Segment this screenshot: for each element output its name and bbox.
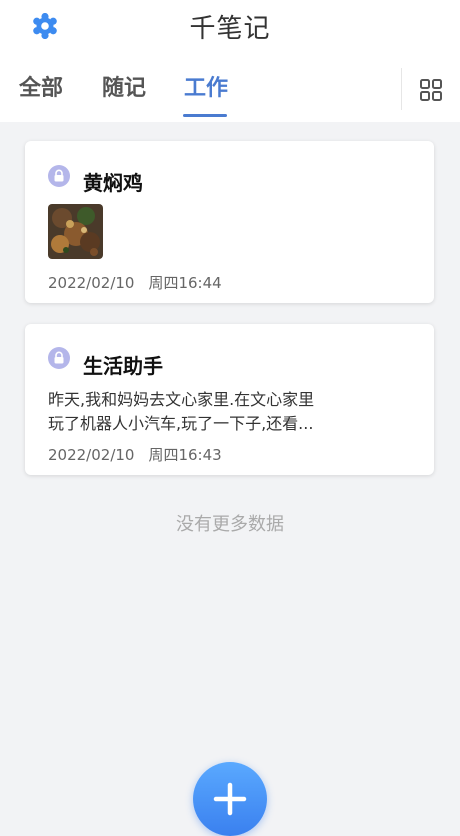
app-title: 千笔记	[189, 14, 271, 44]
note-date-text: 2022/02/10	[48, 274, 135, 292]
note-date: 2022/02/10 周四16:44	[48, 272, 222, 293]
note-card[interactable]: 生活助手 昨天,我和妈妈去文心家里.在文心家里 玩了机器人小汽车,玩了一下子,还…	[25, 324, 434, 475]
note-thumbnail[interactable]	[48, 204, 103, 259]
note-card[interactable]: 黄焖鸡 2022/02/10 周四16:44	[25, 141, 434, 303]
note-time-text: 周四16:43	[148, 446, 222, 464]
note-preview-line: 昨天,我和妈妈去文心家里.在文心家里	[48, 390, 315, 409]
tab-bar: 全部 随记 工作	[0, 70, 400, 120]
active-tab-indicator	[183, 114, 227, 117]
tab-notes[interactable]: 随记	[102, 70, 146, 116]
tab-divider	[401, 68, 402, 110]
grid-view-icon	[420, 79, 442, 101]
add-note-button[interactable]	[193, 762, 267, 836]
note-title: 黄焖鸡	[83, 171, 143, 195]
tab-all[interactable]: 全部	[19, 70, 63, 116]
note-preview: 昨天,我和妈妈去文心家里.在文心家里 玩了机器人小汽车,玩了一下子,还看...	[48, 388, 408, 436]
lock-icon	[48, 347, 70, 369]
note-date: 2022/02/10 周四16:43	[48, 444, 222, 465]
note-preview-line: 玩了机器人小汽车,玩了一下子,还看...	[48, 414, 314, 433]
note-time-text: 周四16:44	[148, 274, 222, 292]
note-date-text: 2022/02/10	[48, 446, 135, 464]
view-toggle-button[interactable]	[418, 77, 444, 103]
tab-work[interactable]: 工作	[184, 70, 228, 116]
no-more-data-text: 没有更多数据	[176, 514, 284, 535]
plus-icon	[213, 782, 247, 816]
lock-icon	[48, 165, 70, 187]
note-title: 生活助手	[83, 354, 163, 378]
top-bar: 千笔记 全部 随记 工作	[0, 0, 460, 122]
